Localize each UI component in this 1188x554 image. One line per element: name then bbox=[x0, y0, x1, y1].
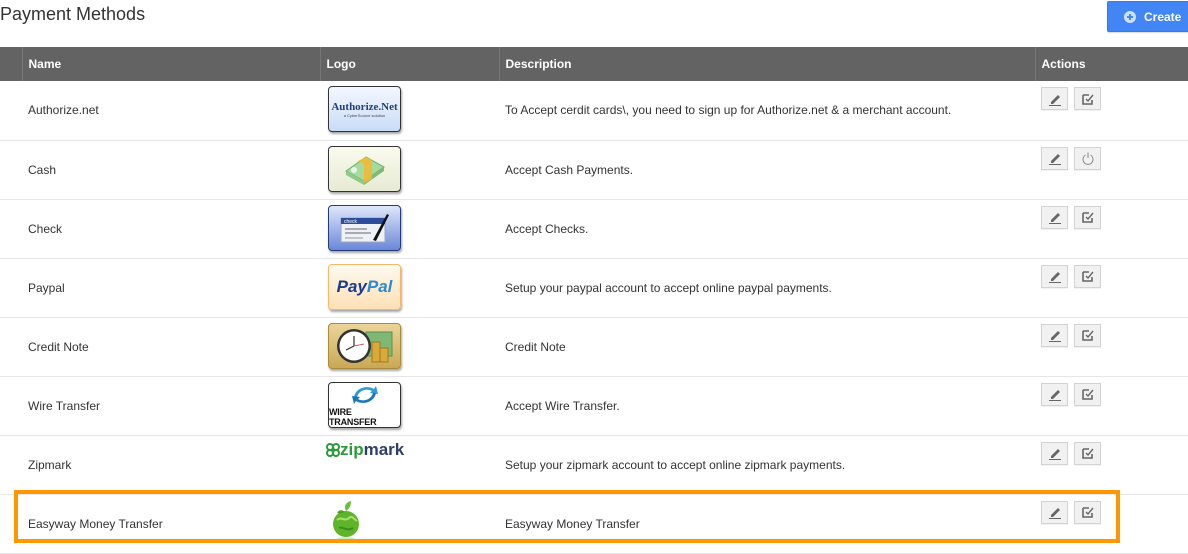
column-header-description: Description bbox=[499, 47, 1036, 81]
checkbox-check-icon bbox=[1082, 448, 1094, 459]
edit-button[interactable] bbox=[1041, 87, 1068, 110]
checkbox-check-icon bbox=[1082, 271, 1094, 282]
paypal-logo: Pay Pal bbox=[328, 263, 401, 310]
payment-method-description: To Accept cerdit cards\, you need to sig… bbox=[499, 81, 1035, 141]
create-button-label: Create bbox=[1144, 9, 1182, 24]
payment-method-description: Credit Note bbox=[499, 317, 1035, 377]
edit-button[interactable] bbox=[1041, 441, 1068, 465]
checkbox-check-icon bbox=[1082, 507, 1094, 518]
payment-method-name: Credit Note bbox=[22, 317, 320, 377]
table-row: Cash Accept Cash Payments. bbox=[0, 140, 1188, 200]
payment-method-description: Setup your zipmark account to accept onl… bbox=[499, 435, 1035, 495]
easyway-logo bbox=[329, 500, 493, 545]
enable-toggle-button[interactable] bbox=[1074, 441, 1102, 465]
enable-toggle-button[interactable] bbox=[1074, 323, 1102, 347]
pencil-icon bbox=[1048, 272, 1061, 283]
enable-toggle-button[interactable] bbox=[1074, 382, 1102, 406]
payment-method-name: Zipmark bbox=[22, 435, 320, 495]
column-header-logo: Logo bbox=[320, 47, 500, 81]
authorize-net-logo: Authorize.Net a CyberSource solution bbox=[328, 86, 401, 132]
column-header-name[interactable]: Name bbox=[22, 47, 321, 81]
payment-methods-table: Name Logo Description Actions Authorize.… bbox=[0, 47, 1188, 554]
checkbox-check-icon bbox=[1082, 212, 1094, 223]
pencil-icon bbox=[1048, 213, 1061, 224]
checkbox-check-icon bbox=[1082, 389, 1094, 400]
pencil-icon bbox=[1048, 390, 1061, 401]
green-globe-leaf-icon bbox=[333, 500, 359, 541]
column-header-select bbox=[0, 47, 23, 81]
zipmark-logo: zip mark bbox=[326, 440, 493, 460]
zipmark-mark-icon bbox=[326, 442, 340, 457]
payment-method-name: Wire Transfer bbox=[22, 376, 320, 436]
edit-button[interactable] bbox=[1041, 264, 1068, 288]
create-button[interactable]: Create bbox=[1107, 1, 1188, 32]
pencil-icon bbox=[1048, 508, 1061, 519]
pencil-icon bbox=[1048, 449, 1061, 460]
table-row: Wire Transfer WIRE TRANSFER Accept Wire … bbox=[0, 376, 1188, 436]
checkbox-check-icon bbox=[1082, 330, 1094, 341]
money-stack-icon bbox=[344, 155, 385, 185]
payment-method-description: Accept Cash Payments. bbox=[499, 140, 1035, 200]
credit-note-logo bbox=[328, 322, 401, 369]
enable-toggle-button[interactable] bbox=[1074, 264, 1102, 288]
payment-method-description: Accept Wire Transfer. bbox=[499, 376, 1035, 436]
pencil-icon bbox=[1048, 94, 1061, 106]
check-logo: check bbox=[328, 204, 401, 251]
table-row: Check check Accept Checks. bbox=[0, 199, 1188, 259]
payment-method-name: Authorize.net bbox=[22, 81, 320, 141]
pencil-icon bbox=[1048, 154, 1061, 165]
cash-logo bbox=[328, 145, 401, 192]
power-icon bbox=[1082, 152, 1094, 165]
edit-button[interactable] bbox=[1041, 382, 1068, 406]
payment-method-name: Check bbox=[22, 199, 320, 259]
payment-method-description: Setup your paypal account to accept onli… bbox=[499, 258, 1035, 318]
enable-toggle-button[interactable] bbox=[1074, 205, 1102, 229]
enable-toggle-button[interactable] bbox=[1074, 500, 1102, 524]
wire-transfer-logo: WIRE TRANSFER bbox=[328, 381, 401, 428]
edit-button[interactable] bbox=[1041, 500, 1068, 524]
enable-toggle-button[interactable] bbox=[1074, 87, 1102, 110]
svg-text:check: check bbox=[344, 219, 358, 225]
check-document-icon: check bbox=[340, 213, 389, 242]
payment-method-name: Easyway Money Transfer bbox=[22, 494, 320, 554]
page-title: Payment Methods bbox=[0, 4, 146, 24]
payment-method-description: Accept Checks. bbox=[499, 199, 1035, 259]
pencil-icon bbox=[1048, 331, 1061, 342]
transfer-arrows-icon bbox=[351, 385, 378, 404]
edit-button[interactable] bbox=[1041, 323, 1068, 347]
power-button[interactable] bbox=[1074, 146, 1102, 170]
table-row: Credit Note Credit Note bbox=[0, 317, 1188, 377]
clock-coins-icon bbox=[336, 328, 392, 363]
table-header-row: Name Logo Description Actions bbox=[0, 47, 1188, 81]
payment-method-description: Easyway Money Transfer bbox=[499, 494, 1035, 554]
table-row: Paypal Pay Pal Setup your paypal account … bbox=[0, 258, 1188, 318]
edit-button[interactable] bbox=[1041, 146, 1068, 170]
table-row: Zipmark zip mark Setup your zipmark accou… bbox=[0, 435, 1188, 495]
payment-method-name: Paypal bbox=[22, 258, 320, 318]
payment-method-name: Cash bbox=[22, 140, 320, 200]
edit-button[interactable] bbox=[1041, 205, 1068, 229]
plus-circle-icon bbox=[1124, 10, 1136, 23]
column-header-actions: Actions bbox=[1041, 57, 1086, 71]
checkbox-check-icon bbox=[1082, 93, 1094, 105]
table-row: Authorize.net Authorize.Net a CyberSourc… bbox=[0, 81, 1188, 141]
table-row-highlighted: Easyway Money Transfer Easyway Money Tra… bbox=[0, 494, 1188, 554]
